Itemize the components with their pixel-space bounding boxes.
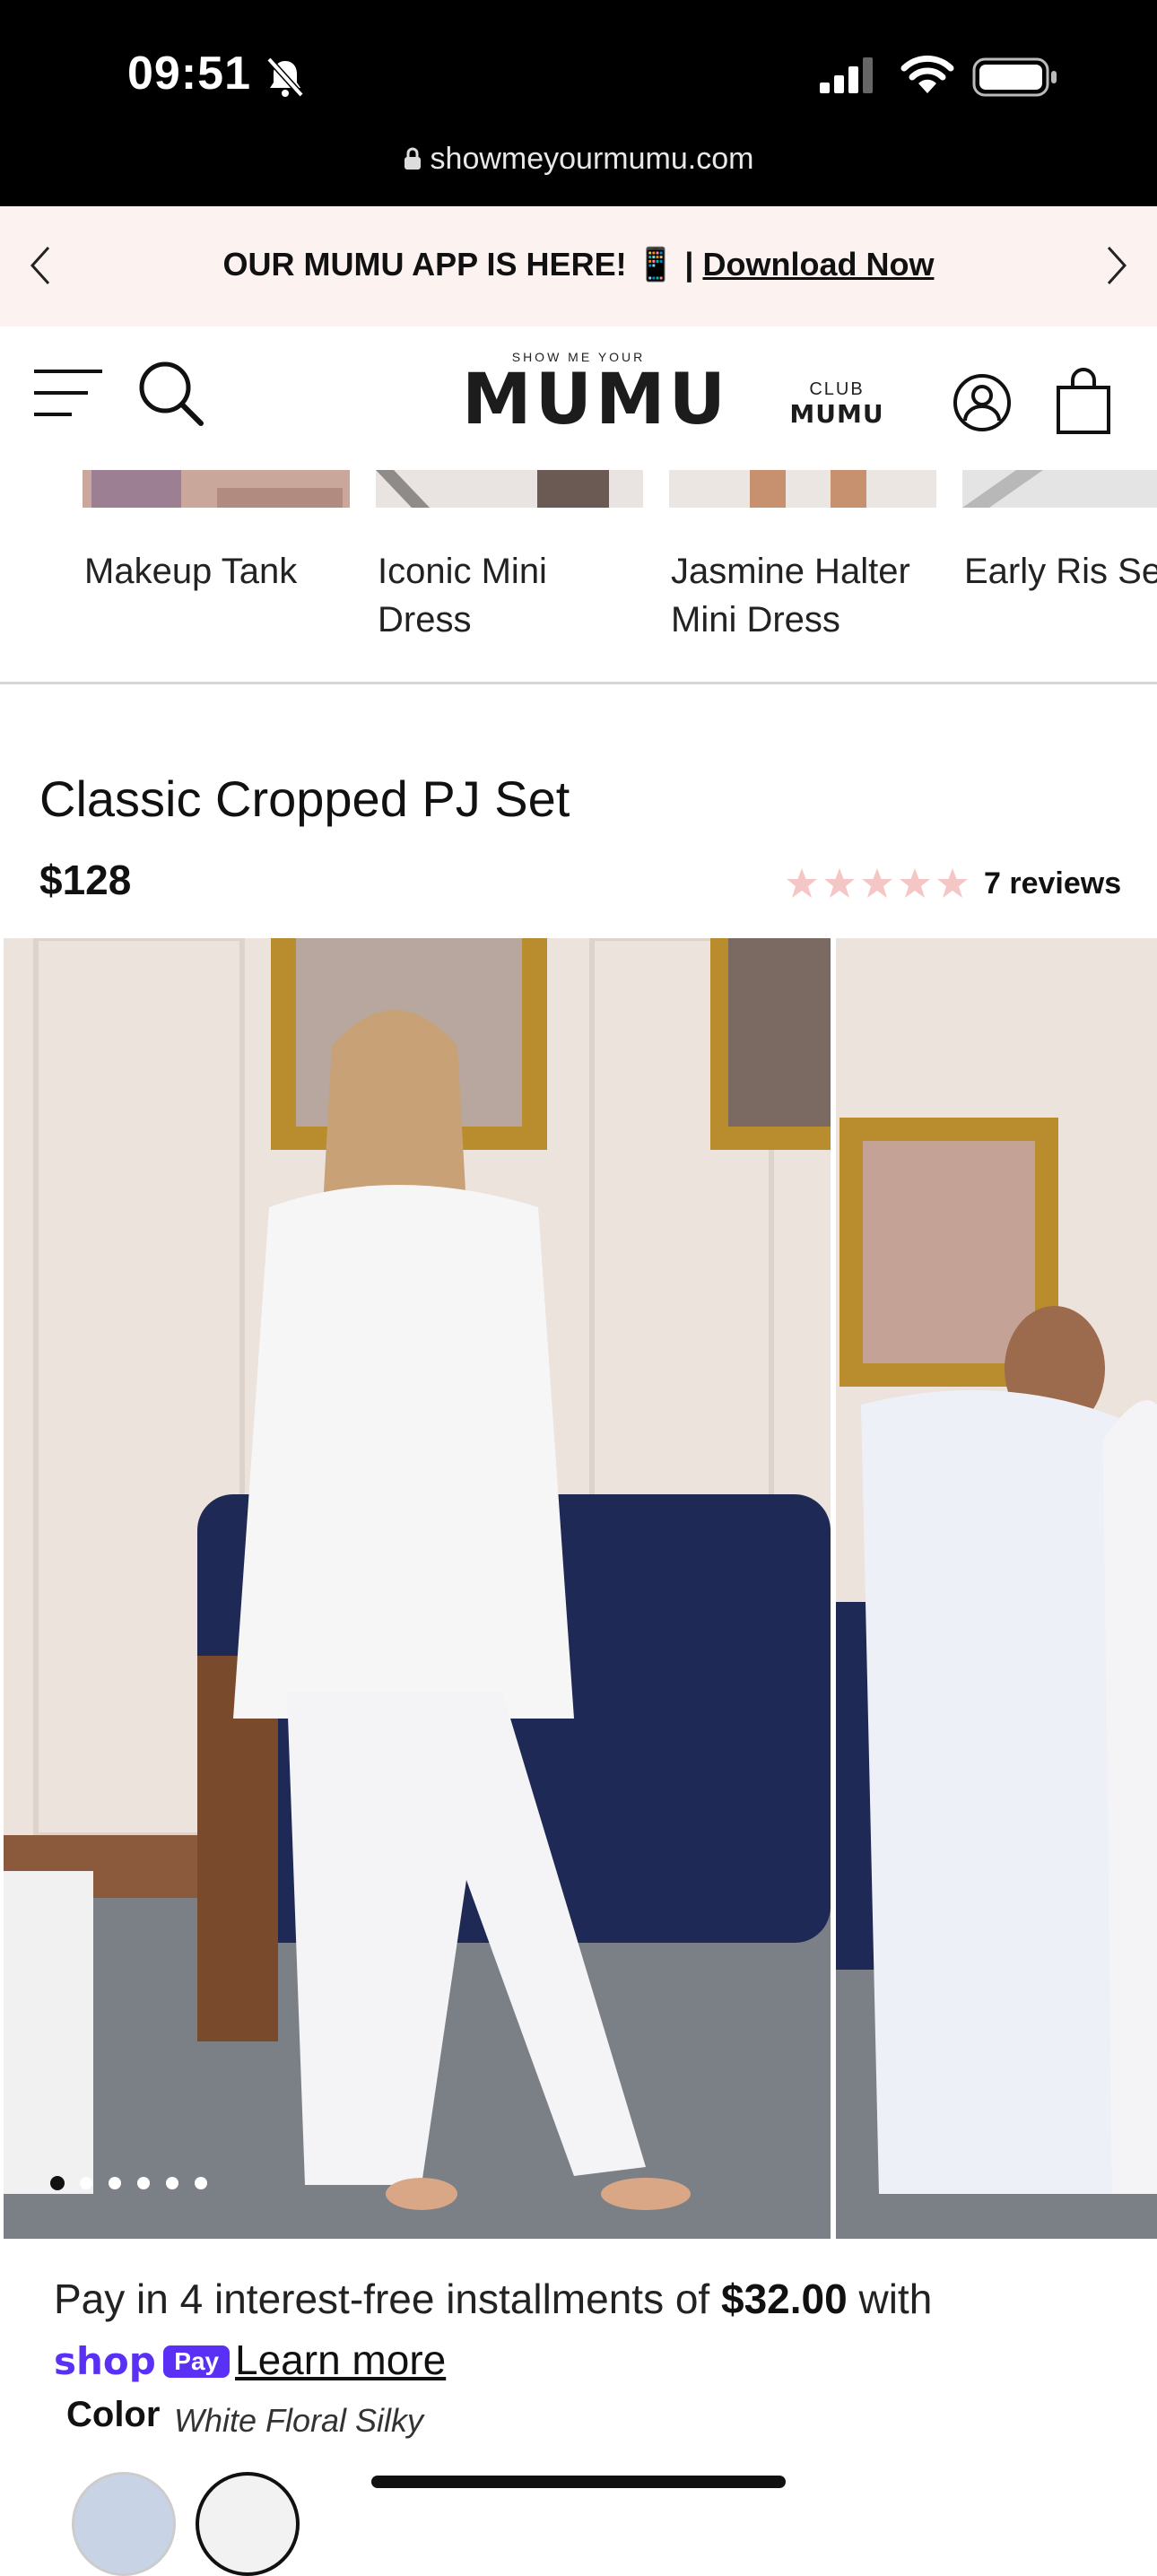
club-mumu-line1: CLUB: [809, 379, 865, 399]
reviews-count-link[interactable]: 7 reviews: [984, 866, 1121, 901]
related-product-card[interactable]: Makeup Tank: [83, 470, 350, 596]
installments-suffix: with: [847, 2276, 933, 2322]
club-mumu-line2: MUMU: [789, 399, 884, 429]
search-icon[interactable]: [136, 359, 204, 431]
chevron-right-icon[interactable]: [1100, 242, 1132, 293]
announcement-bar: OUR MUMU APP IS HERE! 📱 | Download Now: [0, 206, 1157, 326]
color-swatch-selected[interactable]: [196, 2472, 300, 2576]
related-product-label: Makeup Tank: [84, 552, 298, 591]
announcement-text: OUR MUMU APP IS HERE! 📱 | Download Now: [0, 246, 1157, 283]
address-bar[interactable]: showmeyourmumu.com: [0, 142, 1157, 178]
related-product-card[interactable]: Early Ris Set: [962, 470, 1157, 596]
lock-icon: [404, 144, 422, 178]
related-product-label: Jasmine Halter Mini Dress: [671, 552, 910, 640]
related-product-card[interactable]: Iconic Mini Dress: [376, 470, 643, 644]
installments-text: Pay in 4 interest-free installments of $…: [54, 2275, 932, 2323]
product-price: $128: [39, 857, 132, 903]
shop-pay-logo: shop Pay: [54, 2339, 231, 2383]
related-products-carousel[interactable]: Makeup Tank Iconic Mini Dress Jasmine Ha…: [0, 470, 1157, 685]
logo-wordmark: MUMU: [462, 360, 729, 440]
color-label: Color: [66, 2395, 161, 2434]
related-product-image: [962, 470, 1157, 508]
wifi-icon: [900, 54, 954, 98]
shopping-bag-icon[interactable]: [1055, 368, 1112, 440]
club-mumu-link[interactable]: CLUB MUMU: [787, 377, 886, 427]
installments-prefix: Pay in 4 interest-free installments of: [54, 2276, 721, 2322]
related-product-image: [83, 470, 350, 508]
related-product-image: [376, 470, 643, 508]
color-value: White Floral Silky: [174, 2402, 424, 2439]
announcement-message: OUR MUMU APP IS HERE! 📱 |: [222, 246, 703, 283]
url-text: showmeyourmumu.com: [430, 142, 754, 176]
download-now-link[interactable]: Download Now: [702, 246, 934, 283]
account-icon[interactable]: [953, 373, 1012, 437]
bell-off-icon: [265, 56, 305, 103]
product-image-gallery[interactable]: [0, 938, 1157, 2239]
cellular-signal-icon: [820, 57, 875, 98]
section-divider: [0, 682, 1157, 684]
related-product-label: Iconic Mini Dress: [378, 552, 547, 640]
hamburger-menu-icon[interactable]: [32, 366, 104, 424]
learn-more-link[interactable]: Learn more: [235, 2336, 446, 2384]
status-bar: 09:51 showmeyourmumu.com: [0, 0, 1157, 206]
product-title: Classic Cropped PJ Set: [39, 770, 570, 827]
shop-pay-wordmark: shop: [54, 2339, 156, 2383]
installment-amount: $32.00: [721, 2276, 848, 2322]
related-product-label: Early Ris Set: [964, 552, 1157, 591]
related-product-card[interactable]: Jasmine Halter Mini Dress: [669, 470, 936, 644]
color-swatch[interactable]: [72, 2472, 176, 2576]
star-rating[interactable]: [786, 866, 974, 907]
home-indicator: [371, 2476, 786, 2488]
battery-icon: [972, 57, 1058, 101]
site-logo[interactable]: SHOW ME YOUR MUMU: [462, 350, 729, 440]
status-time: 09:51: [127, 48, 251, 100]
gallery-pagination-dots[interactable]: [50, 2174, 221, 2192]
site-header: SHOW ME YOUR MUMU CLUB MUMU: [0, 326, 1157, 470]
product-photo: [4, 938, 1157, 2239]
related-product-image: [669, 470, 936, 508]
shop-pay-badge: Pay: [163, 2345, 231, 2378]
